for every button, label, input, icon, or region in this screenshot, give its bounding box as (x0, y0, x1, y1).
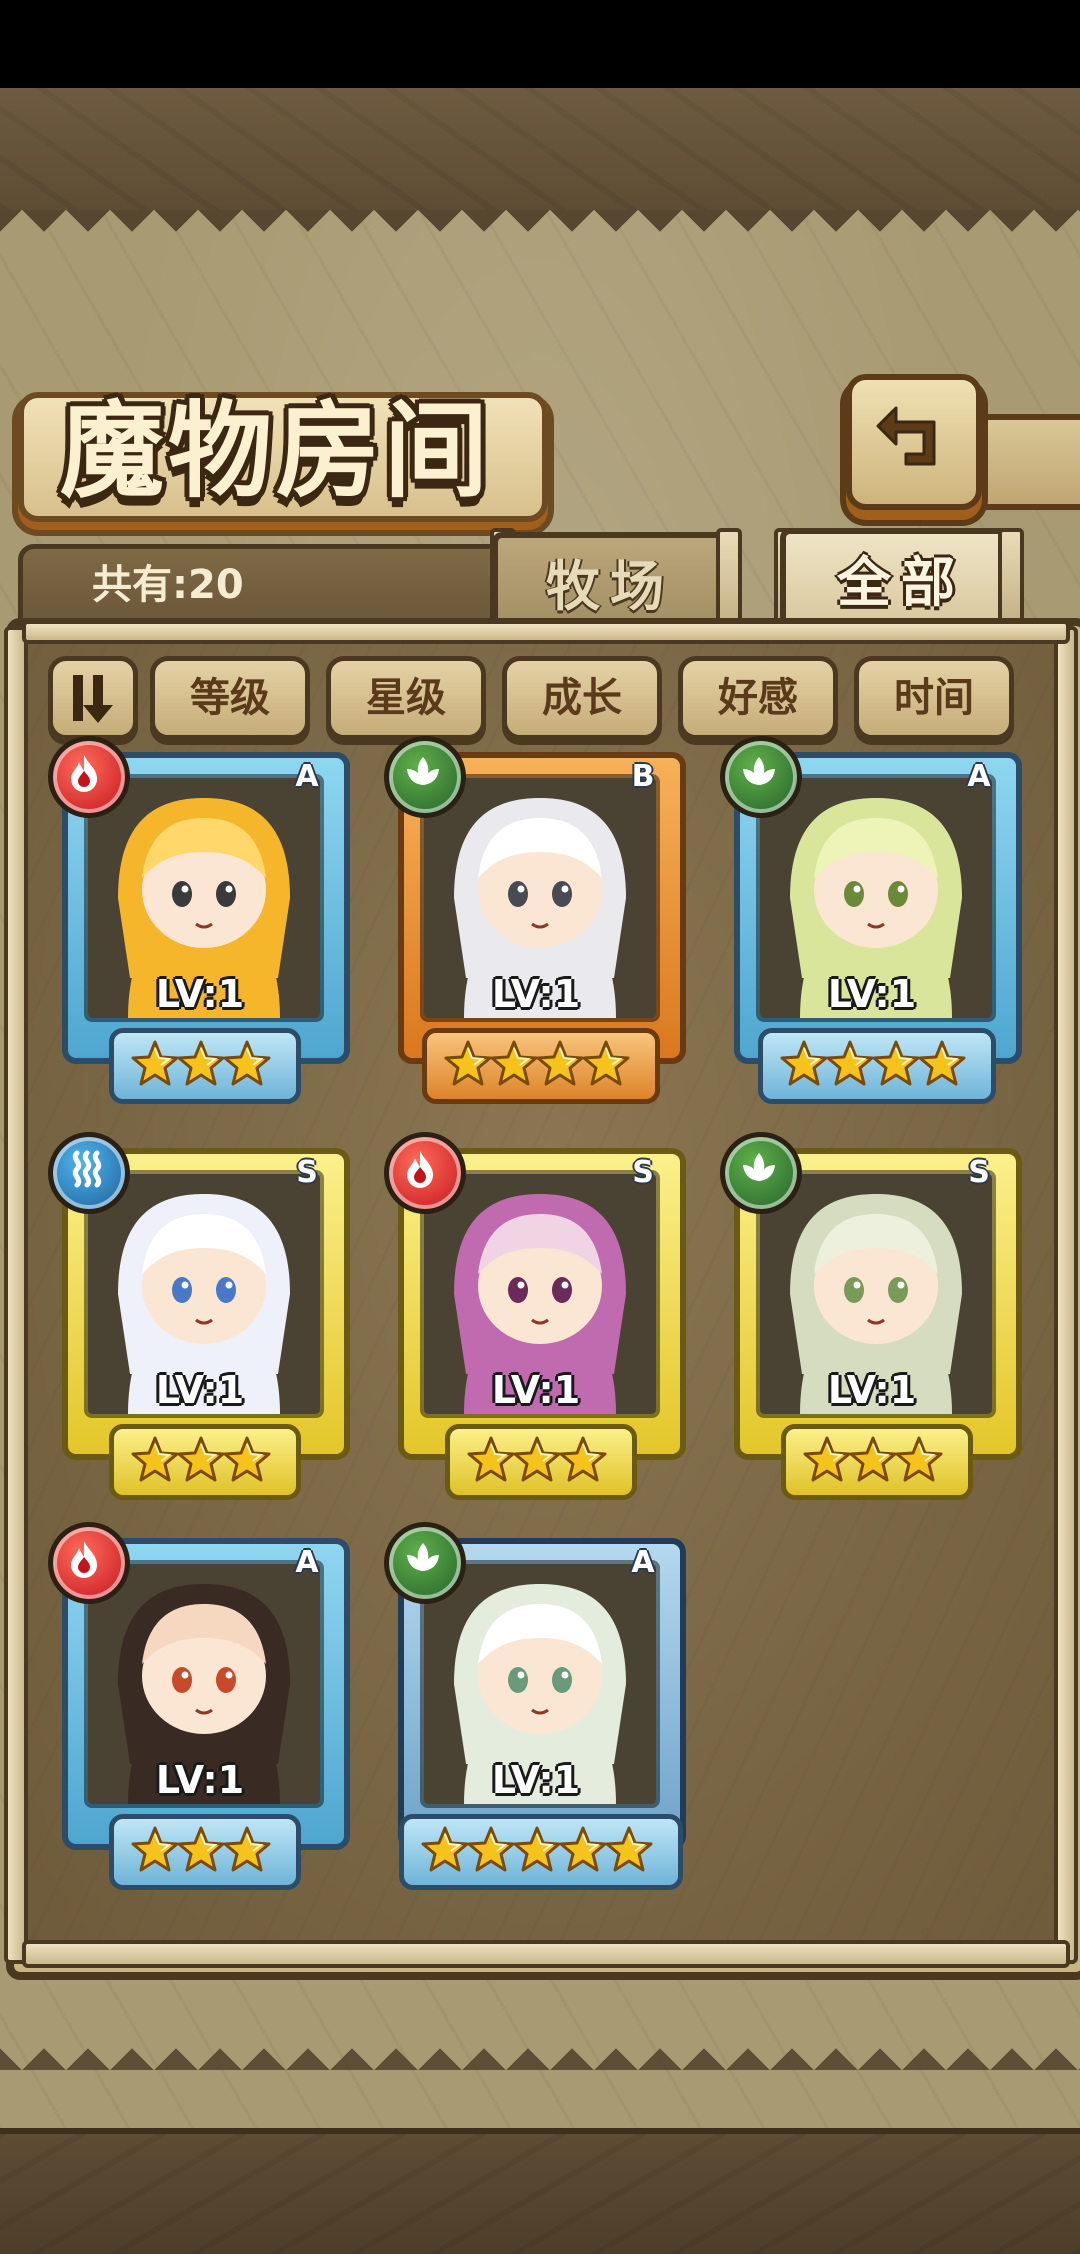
monster-card[interactable]: B LV:1 (384, 736, 686, 1104)
star-icon (222, 1825, 272, 1875)
leaf-element-icon (384, 1522, 466, 1604)
star-icon (130, 1435, 180, 1485)
rank-badge: A (631, 1545, 655, 1580)
sort-by-level-button[interactable]: 等级 (150, 656, 310, 740)
star-icon (489, 1039, 539, 1089)
star-icon (848, 1435, 898, 1485)
star-rating (422, 1028, 660, 1104)
monster-card[interactable]: S LV:1 (48, 1132, 350, 1500)
back-button-rail (974, 414, 1080, 510)
star-icon (558, 1825, 608, 1875)
star-icon (917, 1039, 967, 1089)
monster-card[interactable]: A LV:1 (720, 736, 1022, 1104)
leaf-element-icon (720, 736, 802, 818)
level-label: LV:1 (491, 1758, 581, 1802)
monster-card[interactable]: A LV:1 (48, 736, 350, 1104)
sort-by-star-button[interactable]: 星级 (326, 656, 486, 740)
star-icon (512, 1435, 562, 1485)
star-icon (222, 1039, 272, 1089)
star-icon (894, 1435, 944, 1485)
star-icon (466, 1825, 516, 1875)
back-arrow-icon (876, 406, 936, 466)
star-rating (109, 1814, 301, 1890)
map-background-bottom (0, 2128, 1080, 2254)
zigzag-border-top (0, 210, 1080, 270)
monster-card[interactable]: S LV:1 (720, 1132, 1022, 1500)
star-rating (781, 1424, 973, 1500)
star-icon (512, 1825, 562, 1875)
rank-badge: S (296, 1155, 318, 1190)
monster-card[interactable]: A LV:1 (384, 1522, 686, 1890)
star-icon (535, 1039, 585, 1089)
fire-element-icon (48, 1522, 130, 1604)
star-icon (802, 1435, 852, 1485)
level-label: LV:1 (827, 1368, 917, 1412)
panel-frame-left (4, 626, 28, 1964)
star-icon (871, 1039, 921, 1089)
star-rating (758, 1028, 996, 1104)
sort-by-time-button[interactable]: 时间 (854, 656, 1014, 740)
status-bar (0, 0, 1080, 88)
star-icon (176, 1435, 226, 1485)
star-rating (109, 1028, 301, 1104)
rank-badge: S (968, 1155, 990, 1190)
page-title: 魔物房间 (60, 389, 493, 512)
map-background-top (0, 88, 1080, 216)
leaf-element-icon (384, 736, 466, 818)
star-icon (130, 1039, 180, 1089)
sort-order-icon (73, 675, 113, 723)
star-rating (445, 1424, 637, 1500)
rank-badge: A (295, 759, 319, 794)
level-label: LV:1 (155, 1758, 245, 1802)
level-label: LV:1 (491, 972, 581, 1016)
star-icon (420, 1825, 470, 1875)
star-icon (176, 1039, 226, 1089)
panel-frame-top (22, 620, 1070, 644)
rank-badge: A (967, 759, 991, 794)
star-icon (558, 1435, 608, 1485)
sort-order-toggle[interactable] (48, 656, 138, 740)
level-label: LV:1 (155, 1368, 245, 1412)
water-element-icon (48, 1132, 130, 1214)
star-icon (779, 1039, 829, 1089)
star-icon (443, 1039, 493, 1089)
monster-card[interactable]: A LV:1 (48, 1522, 350, 1890)
zigzag-border-bottom (0, 2010, 1080, 2070)
level-label: LV:1 (827, 972, 917, 1016)
star-icon (466, 1435, 516, 1485)
leaf-element-icon (720, 1132, 802, 1214)
fire-element-icon (384, 1132, 466, 1214)
tab-all[interactable]: 全部 (780, 528, 1022, 630)
back-button[interactable] (846, 374, 982, 510)
star-icon (222, 1435, 272, 1485)
fire-element-icon (48, 736, 130, 818)
star-icon (604, 1825, 654, 1875)
star-icon (130, 1825, 180, 1875)
monster-count: 共有:20 (92, 562, 244, 608)
level-label: LV:1 (491, 1368, 581, 1412)
panel-frame-bottom (22, 1940, 1070, 1968)
star-icon (581, 1039, 631, 1089)
monster-card[interactable]: S LV:1 (384, 1132, 686, 1500)
star-rating (109, 1424, 301, 1500)
level-label: LV:1 (155, 972, 245, 1016)
star-icon (176, 1825, 226, 1875)
rank-badge: B (631, 759, 655, 794)
star-icon (825, 1039, 875, 1089)
sort-by-affection-button[interactable]: 好感 (678, 656, 838, 740)
star-rating (399, 1814, 683, 1890)
rank-badge: A (295, 1545, 319, 1580)
rank-badge: S (632, 1155, 654, 1190)
sort-by-growth-button[interactable]: 成长 (502, 656, 662, 740)
panel-frame-right (1054, 626, 1078, 1964)
